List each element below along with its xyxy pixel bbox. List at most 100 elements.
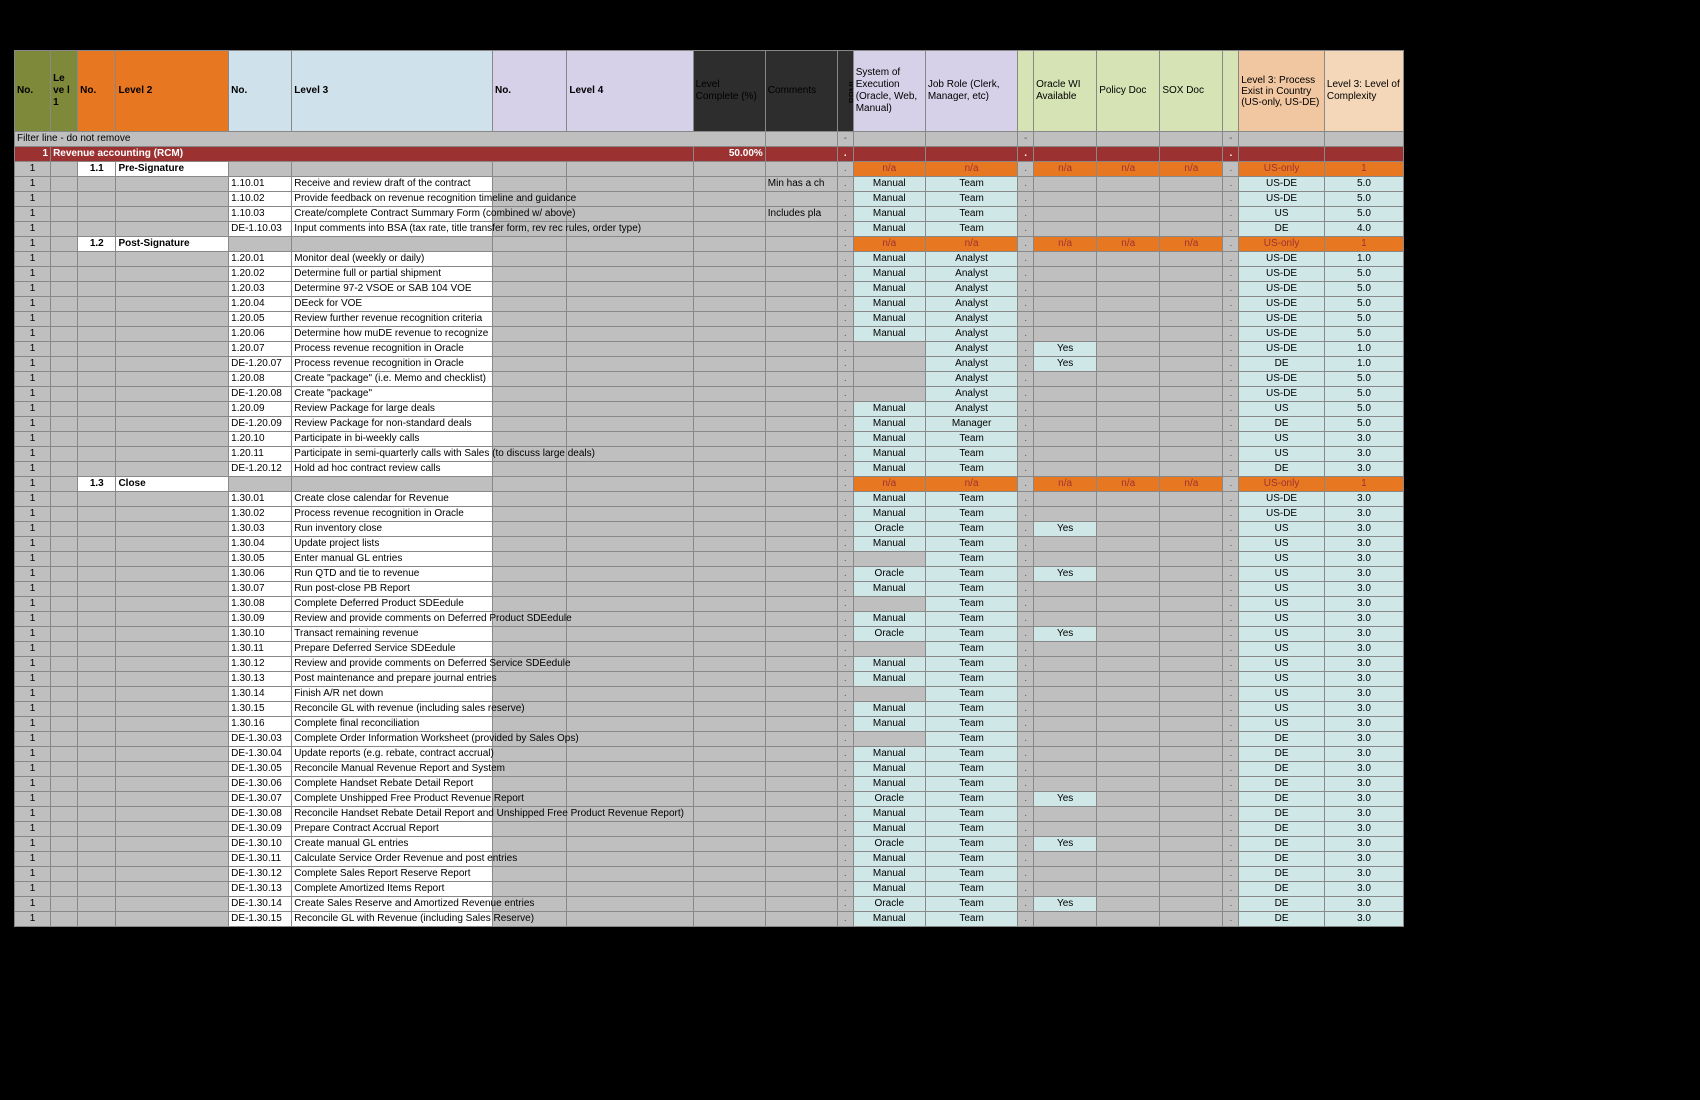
hdr-complex: Level 3: Level of Complexity: [1324, 51, 1403, 132]
row-no: 1.30.15: [229, 702, 292, 717]
row-country: US: [1239, 567, 1325, 582]
row-comment: [765, 642, 837, 657]
row-owi: [1034, 327, 1097, 342]
row-role: Team: [925, 597, 1017, 612]
group-no: 1.3: [78, 477, 116, 492]
row-desc: Create "package" (i.e. Memo and checklis…: [292, 372, 493, 387]
row-country: DE: [1239, 807, 1325, 822]
row-country: US-DE: [1239, 387, 1325, 402]
row-sys: Oracle: [853, 567, 925, 582]
row-sys: Manual: [853, 327, 925, 342]
row-comment: [765, 372, 837, 387]
row-owi: [1034, 882, 1097, 897]
row-comment: [765, 522, 837, 537]
row-role: Team: [925, 672, 1017, 687]
hdr-comments: Comments: [765, 51, 837, 132]
row-role: Team: [925, 807, 1017, 822]
row-complex: 3.0: [1324, 777, 1403, 792]
row-no: 1.30.13: [229, 672, 292, 687]
row-comment: [765, 882, 837, 897]
row-role: Team: [925, 732, 1017, 747]
row-desc: Finish A/R net down: [292, 687, 493, 702]
group-title: Close: [116, 477, 229, 492]
row-owi: [1034, 417, 1097, 432]
row-country: DE: [1239, 417, 1325, 432]
row-comment: [765, 357, 837, 372]
row-country: DE: [1239, 867, 1325, 882]
row-role: Analyst: [925, 372, 1017, 387]
row-sys: Manual: [853, 882, 925, 897]
row-comment: [765, 447, 837, 462]
row-sys: Manual: [853, 582, 925, 597]
row-role: Team: [925, 867, 1017, 882]
row-complex: 5.0: [1324, 267, 1403, 282]
row-comment: [765, 777, 837, 792]
row-no: DE-1.30.11: [229, 852, 292, 867]
row-sys: Manual: [853, 192, 925, 207]
group-complex: 1: [1324, 237, 1403, 252]
row-desc: Review further revenue recognition crite…: [292, 312, 493, 327]
section-title: Revenue accounting (RCM): [51, 147, 694, 162]
row-no: DE-1.30.04: [229, 747, 292, 762]
row-no: 1.20.11: [229, 447, 292, 462]
row-desc: Create/complete Contract Summary Form (c…: [292, 207, 493, 222]
row-sys: Manual: [853, 507, 925, 522]
row-desc: Complete Handset Rebate Detail Report: [292, 777, 493, 792]
row-desc: Create manual GL entries: [292, 837, 493, 852]
row-desc: Create Sales Reserve and Amortized Reven…: [292, 897, 493, 912]
row-owi: [1034, 672, 1097, 687]
row-country: DE: [1239, 792, 1325, 807]
row-no: 1.30.05: [229, 552, 292, 567]
hdr-no4: No.: [492, 51, 566, 132]
row-desc: Create "package": [292, 387, 493, 402]
row-complex: 3.0: [1324, 897, 1403, 912]
row-desc: Complete Unshipped Free Product Revenue …: [292, 792, 493, 807]
row-no: 1.20.02: [229, 267, 292, 282]
row-desc: Reconcile Handset Rebate Detail Report a…: [292, 807, 493, 822]
row-no: 1.20.09: [229, 402, 292, 417]
row-sys: Manual: [853, 312, 925, 327]
row-role: Team: [925, 642, 1017, 657]
row-no: 1.10.02: [229, 192, 292, 207]
row-country: US-DE: [1239, 282, 1325, 297]
row-desc: Calculate Service Order Revenue and post…: [292, 852, 493, 867]
row-complex: 3.0: [1324, 792, 1403, 807]
group-title: Pre-Signature: [116, 162, 229, 177]
row-complex: 3.0: [1324, 822, 1403, 837]
row-complex: 5.0: [1324, 192, 1403, 207]
row-complex: 3.0: [1324, 612, 1403, 627]
row-desc: Process revenue recognition in Oracle: [292, 357, 493, 372]
row-owi: [1034, 807, 1097, 822]
row-country: US: [1239, 447, 1325, 462]
hdr-sox: SOX Doc: [1160, 51, 1223, 132]
row-role: Manager: [925, 417, 1017, 432]
hdr-lvlcomp: Level Complete (%): [693, 51, 765, 132]
row-owi: [1034, 537, 1097, 552]
row-complex: 3.0: [1324, 447, 1403, 462]
row-sys: Oracle: [853, 627, 925, 642]
row-sys: Manual: [853, 402, 925, 417]
hdr-lvl3: Level 3: [292, 51, 493, 132]
row-comment: [765, 192, 837, 207]
row-comment: [765, 282, 837, 297]
row-comment: [765, 492, 837, 507]
row-owi: [1034, 177, 1097, 192]
row-country: US: [1239, 432, 1325, 447]
row-complex: 3.0: [1324, 522, 1403, 537]
row-complex: 3.0: [1324, 597, 1403, 612]
hdr-role: Job Role (Clerk, Manager, etc): [925, 51, 1017, 132]
row-comment: [765, 672, 837, 687]
row-sys: Oracle: [853, 837, 925, 852]
row-no: 1.20.01: [229, 252, 292, 267]
row-comment: [765, 327, 837, 342]
row-country: US: [1239, 537, 1325, 552]
row-desc: Complete final reconciliation: [292, 717, 493, 732]
row-sys: [853, 642, 925, 657]
row-owi: [1034, 717, 1097, 732]
row-sys: Manual: [853, 672, 925, 687]
row-role: Analyst: [925, 387, 1017, 402]
row-desc: Hold ad hoc contract review calls: [292, 462, 493, 477]
row-no: 1.20.05: [229, 312, 292, 327]
row-role: Team: [925, 837, 1017, 852]
row-no: DE-1.30.06: [229, 777, 292, 792]
